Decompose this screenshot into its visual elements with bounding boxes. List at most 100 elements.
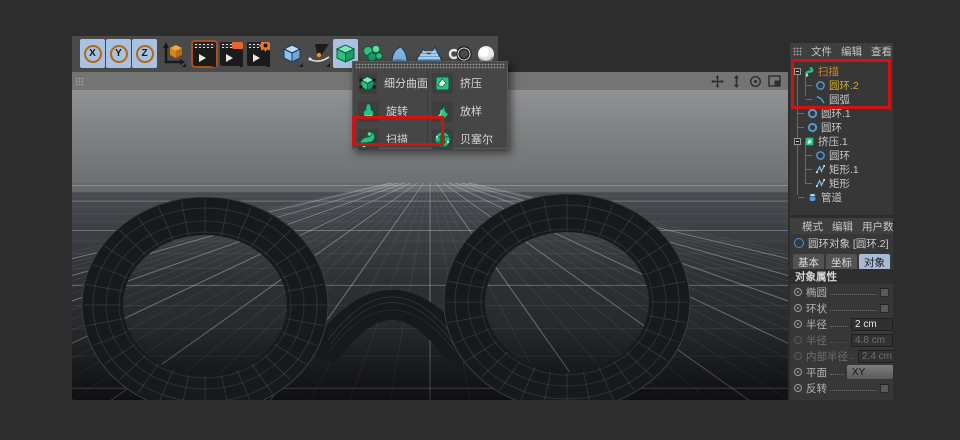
coordinate-system-icon — [163, 41, 185, 65]
radius-input[interactable] — [851, 317, 893, 331]
extrude-icon — [432, 72, 453, 94]
collapse-expander-icon[interactable] — [794, 137, 801, 145]
loft-icon — [432, 100, 453, 122]
lock-x-axis-button[interactable]: X — [80, 39, 105, 68]
object-tree: 扫描 圆环.2 圆弧 圆环.1 圆环 挤压.1 圆环 矩形.1 矩形 管道 — [790, 59, 893, 204]
om-menu-view[interactable]: 查看 — [871, 44, 892, 59]
cube-primitive-icon — [282, 44, 302, 63]
object-manager-menubar: 文件 编辑 查看 — [790, 43, 893, 59]
keyframe-dot-icon — [794, 336, 802, 344]
viewport-maximize-control[interactable] — [767, 74, 782, 88]
menu-item-extrude[interactable]: 挤压 — [432, 70, 506, 96]
z-axis-icon: Z — [135, 44, 154, 63]
plane-dropdown[interactable]: XY — [847, 365, 893, 379]
generators-dropdown-menu: 细分曲面 旋转 扫描 挤压 放样 贝塞尔 — [352, 61, 508, 152]
property-row-reverse: 反转 — [790, 380, 893, 396]
am-menu-edit[interactable]: 编辑 — [832, 219, 853, 234]
menu-item-loft[interactable]: 放样 — [432, 98, 506, 124]
attribute-tabs: 基本 坐标 对象 — [790, 252, 893, 269]
om-menu-edit[interactable]: 编辑 — [841, 44, 862, 59]
coordinate-system-button[interactable] — [159, 39, 187, 68]
maximize-icon — [768, 75, 781, 87]
lock-z-axis-button[interactable]: Z — [132, 39, 157, 68]
lathe-icon — [358, 100, 379, 122]
render-settings-icon — [247, 41, 270, 66]
bezier-icon — [432, 128, 453, 150]
property-row-ring: 环状 — [790, 300, 893, 316]
keyframe-dot-icon[interactable] — [794, 368, 802, 376]
menu-item-label: 挤压 — [460, 78, 482, 90]
spline-pen-button[interactable] — [306, 39, 331, 68]
viewport-pan-control[interactable] — [710, 74, 725, 88]
object-manager-panel: 文件 编辑 查看 扫描 圆环.2 圆弧 圆环.1 圆环 挤压.1 圆环 矩形.1… — [790, 43, 893, 215]
menu-item-label: 放样 — [460, 106, 482, 118]
tube-icon — [808, 192, 817, 202]
tree-item-tube[interactable]: 管道 — [790, 190, 893, 204]
ring-radius-input — [851, 333, 893, 347]
circle-object-icon — [794, 238, 804, 248]
pan-icon — [711, 74, 724, 88]
am-menu-userdata[interactable]: 用户数 — [862, 219, 893, 234]
attribute-manager-panel: 模式 编辑 用户数 圆环对象 [圆环.2] 基本 坐标 对象 对象属性 椭圆 环… — [790, 218, 893, 400]
menu-item-label: 贝塞尔 — [460, 134, 493, 146]
rectangle-spline-icon — [815, 178, 826, 187]
y-axis-icon: Y — [109, 44, 128, 63]
collapse-expander-icon[interactable] — [794, 67, 801, 75]
subdivision-surface-icon — [358, 72, 377, 94]
lock-y-axis-button[interactable]: Y — [106, 39, 131, 68]
render-view-button[interactable] — [191, 39, 218, 68]
render-picture-viewer-button[interactable] — [219, 39, 244, 68]
ellipse-checkbox[interactable] — [880, 287, 889, 297]
menu-item-label: 细分曲面 — [384, 78, 428, 90]
tab-coordinates[interactable]: 坐标 — [826, 254, 857, 269]
attribute-object-title: 圆环对象 [圆环.2] — [790, 234, 893, 252]
circle-spline-icon — [816, 150, 825, 160]
menu-item-sweep[interactable]: 扫描 — [358, 126, 426, 152]
circle-spline-icon — [807, 108, 818, 118]
property-row-radius: 半径 — [790, 316, 893, 332]
symmetry-icon — [448, 45, 472, 62]
add-cube-primitive-button[interactable] — [279, 39, 304, 68]
panel-grip-icon[interactable] — [793, 46, 802, 56]
x-axis-icon: X — [83, 44, 102, 63]
arc-spline-icon — [816, 95, 825, 104]
keyframe-dot-icon[interactable] — [794, 320, 802, 328]
reverse-checkbox[interactable] — [880, 383, 889, 393]
viewport-rotate-control[interactable] — [748, 74, 763, 88]
property-row-plane: 平面 XY — [790, 364, 893, 380]
keyframe-dot-icon[interactable] — [794, 304, 802, 312]
spline-pen-icon — [308, 43, 329, 62]
tree-branch-line — [805, 142, 806, 184]
menu-item-subdivision-surface[interactable]: 细分曲面 — [358, 70, 428, 96]
rectangle-spline-icon — [815, 164, 826, 173]
circle-spline-icon — [807, 122, 818, 132]
viewport-zoom-control[interactable] — [729, 74, 744, 88]
inner-radius-input — [858, 349, 893, 363]
menu-item-bezier[interactable]: 贝塞尔 — [432, 126, 506, 152]
menu-item-label: 旋转 — [386, 106, 408, 118]
menu-item-lathe[interactable]: 旋转 — [358, 98, 426, 124]
tree-trunk-line — [797, 70, 798, 195]
menu-item-label: 扫描 — [386, 134, 408, 146]
tree-item-circle[interactable]: 圆环 — [790, 120, 893, 134]
tree-item-circle-1[interactable]: 圆环.1 — [790, 106, 893, 120]
property-row-inner-radius: 内部半径 — [790, 348, 893, 364]
tree-branch-line — [805, 72, 806, 96]
render-settings-button[interactable] — [246, 39, 271, 68]
sweep-icon — [358, 128, 379, 150]
am-menu-mode[interactable]: 模式 — [802, 219, 823, 234]
keyframe-dot-icon[interactable] — [794, 384, 802, 392]
viewport-grip-icon[interactable] — [75, 77, 84, 86]
object-properties-header: 对象属性 — [790, 269, 893, 284]
om-menu-file[interactable]: 文件 — [811, 44, 832, 59]
tab-basic[interactable]: 基本 — [793, 254, 824, 269]
tab-object[interactable]: 对象 — [859, 254, 890, 269]
property-row-radius-disabled: 半径 — [790, 332, 893, 348]
keyframe-dot-icon[interactable] — [794, 288, 802, 296]
property-row-ellipse: 椭圆 — [790, 284, 893, 300]
ring-checkbox[interactable] — [880, 303, 889, 313]
cinema4d-window: X Y Z 细分曲面 旋转 扫描 挤压 放样 贝塞尔 文件 编辑 查看 扫描 圆… — [0, 0, 960, 440]
menu-tearoff-grip[interactable] — [355, 63, 505, 69]
attribute-manager-menubar: 模式 编辑 用户数 — [790, 218, 893, 234]
render-view-icon — [191, 39, 218, 68]
